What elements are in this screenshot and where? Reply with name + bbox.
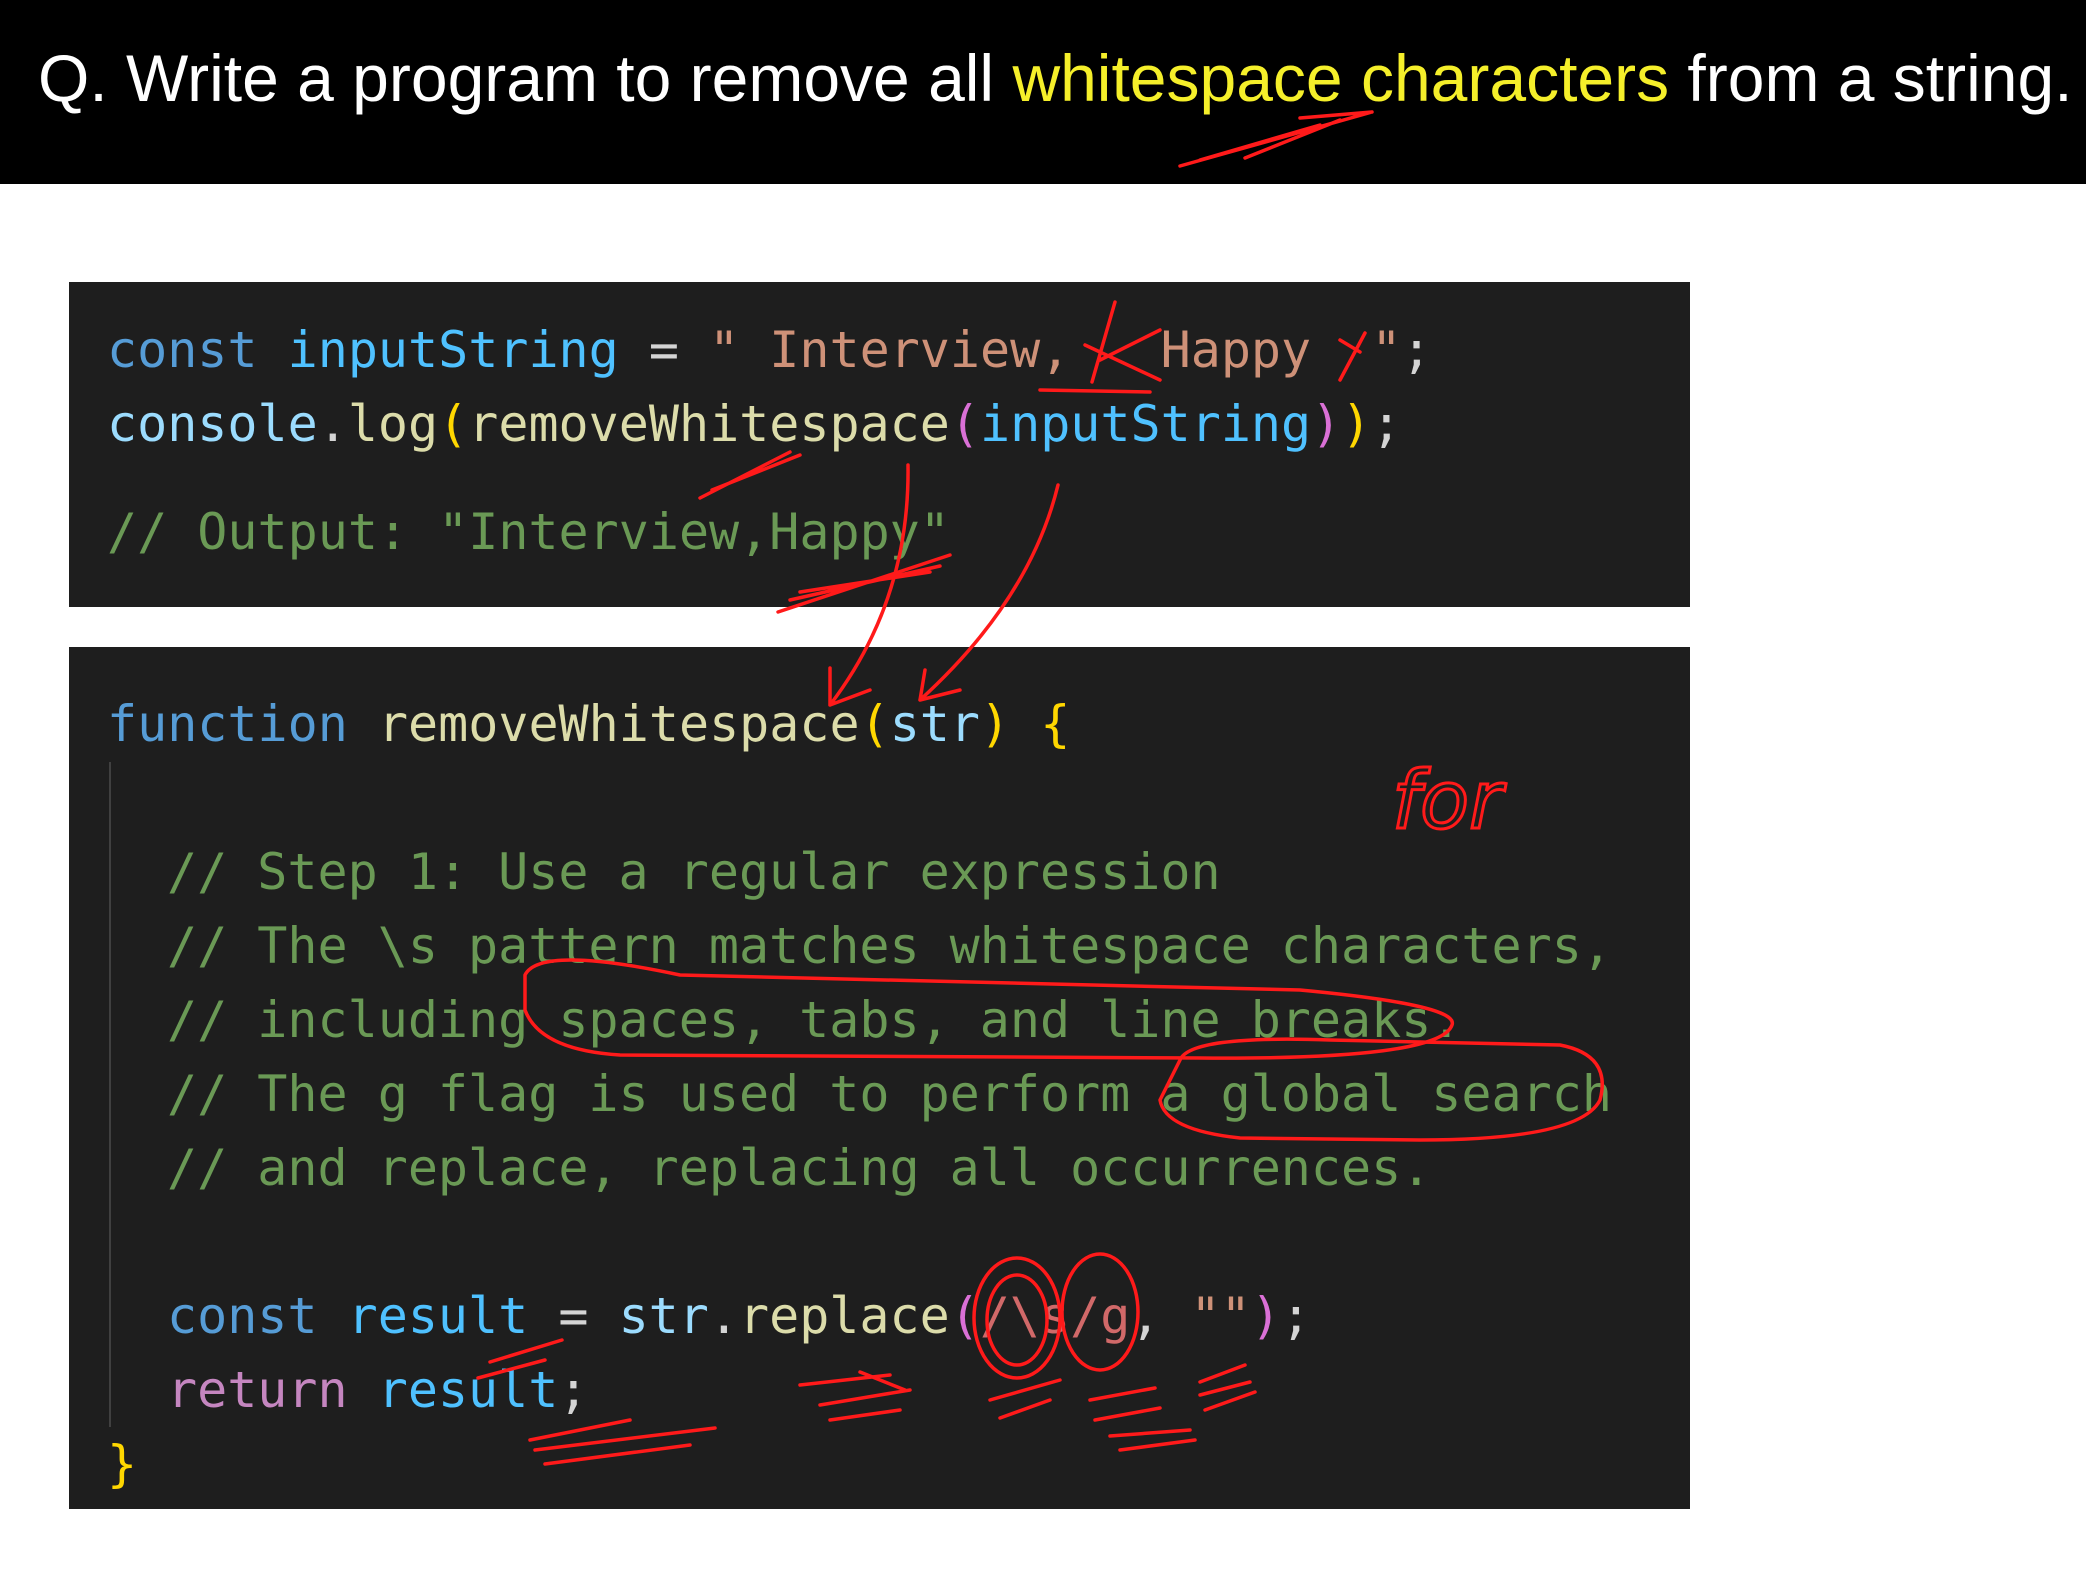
paren-open: ( [438, 395, 469, 453]
code-line-function-signature: function removeWhitespace(str) { [107, 687, 1070, 761]
paren-open: ( [859, 695, 890, 753]
semicolon: ; [1401, 321, 1432, 379]
operator-assign: = [618, 321, 710, 379]
keyword-const: const [167, 1287, 318, 1345]
method-log: log [347, 395, 439, 453]
identifier-result: result [377, 1361, 559, 1419]
method-replace: replace [738, 1287, 950, 1345]
code-line-console-log: console.log(removeWhitespace(inputString… [107, 387, 1401, 461]
question-suffix: from a string. [1669, 41, 2073, 115]
paren-close: ) [1341, 395, 1372, 453]
code-line-const-result: const result = str.replace(/\s/g, ""); [167, 1279, 1311, 1353]
comment-line-4: // The g flag is used to perform a globa… [167, 1065, 1612, 1123]
identifier-str: str [618, 1287, 709, 1345]
code-block-usage: const inputString = " Interview, Happy "… [69, 282, 1690, 607]
code-line-closing-brace: } [107, 1435, 138, 1493]
identifier-inputstring: inputString [287, 321, 619, 379]
keyword-const: const [107, 321, 258, 379]
keyword-return: return [167, 1361, 348, 1419]
paren-close: ) [1250, 1287, 1281, 1345]
string-literal: " Interview, Happy " [709, 321, 1402, 379]
question-highlight: whitespace characters [1012, 41, 1670, 115]
comment-line-5: // and replace, replacing all occurrence… [167, 1139, 1432, 1197]
parameter-str: str [889, 695, 980, 753]
semicolon: ; [558, 1361, 589, 1419]
empty-string: "" [1190, 1287, 1251, 1345]
slide: Q. Write a program to remove all whitesp… [0, 0, 2086, 1572]
comment-line-3: // including spaces, tabs, and line brea… [167, 991, 1462, 1049]
identifier-console: console [107, 395, 318, 453]
indent-guide [109, 762, 111, 1427]
operator-assign: = [528, 1287, 619, 1345]
question-text: Q. Write a program to remove all whitesp… [38, 38, 2073, 118]
dot: . [708, 1287, 739, 1345]
comment-line-2: // The \s pattern matches whitespace cha… [167, 917, 1612, 975]
argument-inputstring: inputString [980, 395, 1312, 453]
question-header: Q. Write a program to remove all whitesp… [0, 0, 2086, 184]
paren-close-inner: ) [1311, 395, 1342, 453]
function-name: removeWhitespace [377, 695, 860, 753]
paren-open-inner: ( [949, 395, 980, 453]
code-line-output-comment: // Output: "Interview,Happy" [107, 503, 950, 561]
paren-open: ( [949, 1287, 980, 1345]
brace-open: { [1040, 695, 1071, 753]
code-block-function: function removeWhitespace(str) { // Step… [69, 647, 1690, 1509]
semicolon: ; [1280, 1287, 1311, 1345]
dot: . [317, 395, 348, 453]
comment-line-1: // Step 1: Use a regular expression [167, 843, 1221, 901]
regex-literal: /\s/g [979, 1287, 1131, 1345]
identifier-result: result [347, 1287, 529, 1345]
keyword-function: function [107, 695, 348, 753]
code-line-input-string: const inputString = " Interview, Happy "… [107, 313, 1432, 387]
semicolon: ; [1371, 395, 1402, 453]
code-line-return: return result; [167, 1353, 588, 1427]
call-removewhitespace: removeWhitespace [468, 395, 950, 453]
question-prefix: Q. Write a program to remove all [38, 41, 1013, 115]
paren-close: ) [980, 695, 1011, 753]
comma: , [1130, 1287, 1191, 1345]
